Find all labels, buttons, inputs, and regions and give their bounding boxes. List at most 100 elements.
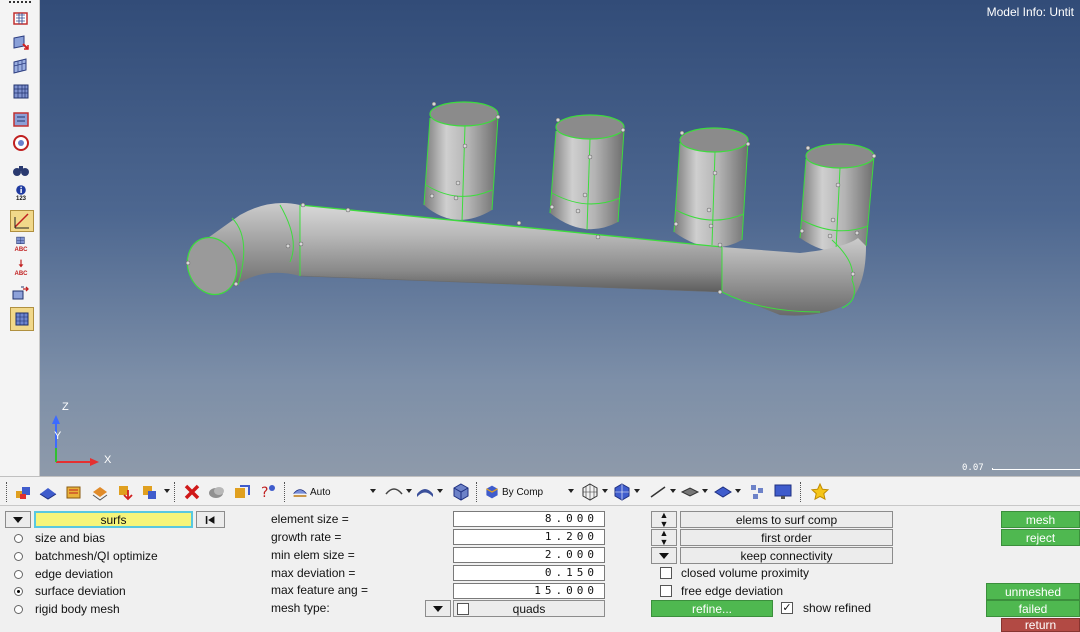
element-size-input[interactable]: 8.000: [453, 511, 605, 527]
surface-display-icon[interactable]: [713, 482, 733, 502]
model-browser-icon[interactable]: [748, 482, 768, 502]
surface-add-icon[interactable]: [10, 32, 32, 52]
reset-selection-button[interactable]: [196, 511, 225, 528]
radio-rigid-body-mesh[interactable]: rigid body mesh: [14, 601, 120, 617]
keep-connectivity-button[interactable]: keep connectivity: [680, 547, 893, 564]
min-elem-size-input[interactable]: 2.000: [453, 547, 605, 563]
circle-target-icon[interactable]: [10, 133, 32, 153]
axis-x-label: X: [104, 454, 112, 466]
element-shaded-icon[interactable]: [612, 482, 632, 502]
mesh-type-checkbox[interactable]: [457, 603, 469, 615]
element-shaded-dropdown-arrow[interactable]: [634, 489, 640, 493]
abc-label-icon[interactable]: ABC: [10, 235, 32, 255]
shaded-surface-icon[interactable]: [415, 482, 435, 502]
favorite-star-icon[interactable]: [810, 482, 830, 502]
svg-text:?: ?: [261, 485, 268, 501]
plane-display-dropdown-arrow[interactable]: [702, 489, 708, 493]
display-mode-combo[interactable]: Auto: [292, 483, 378, 501]
first-order-button[interactable]: first order: [680, 529, 893, 546]
left-toolbar: 123 ABC ABC: [0, 0, 40, 476]
radio-batchmesh[interactable]: batchmesh/QI optimize: [14, 548, 158, 564]
radio-indicator[interactable]: [14, 604, 23, 614]
failed-button[interactable]: failed: [986, 600, 1080, 617]
radio-size-and-bias[interactable]: size and bias: [14, 530, 105, 546]
reverse-icon[interactable]: [232, 482, 252, 502]
info-label: 123: [15, 196, 26, 202]
surface-display-dropdown-arrow[interactable]: [735, 489, 741, 493]
display-comp-icon[interactable]: [64, 482, 84, 502]
find-attached-icon[interactable]: ?: [258, 482, 278, 502]
line-display-icon[interactable]: [648, 482, 668, 502]
mesh-lines-icon[interactable]: [580, 482, 600, 502]
delete-icon[interactable]: [182, 482, 202, 502]
free-edge-deviation-checkbox[interactable]: [660, 585, 672, 597]
toolbar-grip[interactable]: [9, 1, 31, 4]
mask-dropdown-arrow[interactable]: [164, 489, 170, 493]
mask-icon[interactable]: [140, 482, 160, 502]
graphics-viewport[interactable]: Model Info: Untit Z Y X 0.07: [40, 0, 1080, 476]
screen-display-icon[interactable]: [773, 482, 793, 502]
display-mode-dropdown-arrow[interactable]: [370, 489, 376, 493]
reject-button[interactable]: reject: [1001, 529, 1080, 546]
manifold-model[interactable]: [40, 0, 1080, 476]
mesh-lines-dropdown-arrow[interactable]: [602, 489, 608, 493]
radio-indicator-selected[interactable]: [14, 586, 23, 596]
shaded-dropdown-arrow[interactable]: [437, 489, 443, 493]
wireframe-icon[interactable]: [384, 482, 404, 502]
radio-edge-deviation[interactable]: edge deviation: [14, 566, 113, 582]
mesh-type-dropdown[interactable]: [425, 600, 451, 617]
max-deviation-input[interactable]: 0.150: [453, 565, 605, 581]
elems-to-surf-comp-button[interactable]: elems to surf comp: [680, 511, 893, 528]
display-none-icon[interactable]: [38, 482, 58, 502]
vertical-pipe-4[interactable]: [799, 143, 875, 253]
screen-fit-icon[interactable]: [10, 307, 34, 331]
display-elem-icon[interactable]: [90, 482, 110, 502]
radio-surface-deviation[interactable]: surface deviation: [14, 583, 126, 599]
max-feature-ang-input[interactable]: 15.000: [453, 583, 605, 599]
wireframe-dropdown-arrow[interactable]: [406, 489, 412, 493]
display-all-icon[interactable]: [13, 482, 33, 502]
surface-mesh-icon[interactable]: [10, 56, 32, 76]
hide-icon[interactable]: [207, 482, 227, 502]
vertical-pipe-2[interactable]: [549, 114, 625, 231]
refine-button[interactable]: refine...: [651, 600, 773, 617]
surface-edit-icon[interactable]: [10, 8, 32, 28]
entity-type-dropdown[interactable]: [5, 511, 31, 528]
color-mode-value: By Comp: [502, 486, 544, 498]
elems-to-comp-toggle[interactable]: ▲ ▼: [651, 510, 677, 528]
closed-volume-proximity-checkbox[interactable]: [660, 567, 672, 579]
radio-indicator[interactable]: [14, 551, 23, 561]
dimension-ruler-icon[interactable]: [10, 210, 34, 232]
solid-view-icon[interactable]: [451, 482, 471, 502]
unmeshed-button[interactable]: unmeshed: [986, 583, 1080, 600]
color-mode-dropdown-arrow[interactable]: [568, 489, 574, 493]
mesh-button[interactable]: mesh: [1001, 511, 1080, 528]
surface-check-icon[interactable]: [10, 109, 32, 129]
binoculars-icon[interactable]: [10, 160, 32, 180]
toolbar-separator: [476, 482, 478, 502]
mesh-type-button[interactable]: quads: [453, 600, 605, 617]
toolbar-grip[interactable]: [6, 482, 8, 502]
element-order-toggle[interactable]: ▲ ▼: [651, 528, 677, 546]
connectivity-dropdown[interactable]: [651, 547, 677, 564]
entity-selector[interactable]: surfs: [34, 511, 193, 528]
abc-arrow-icon[interactable]: ABC: [10, 258, 32, 278]
show-refined-checkbox[interactable]: ✓: [781, 602, 793, 614]
right-elbow[interactable]: [721, 238, 866, 316]
radio-indicator[interactable]: [14, 569, 23, 579]
grid-mesh-icon[interactable]: [10, 81, 32, 101]
return-button[interactable]: return: [1001, 618, 1080, 632]
info-123-icon[interactable]: 123: [10, 183, 32, 203]
radio-indicator[interactable]: [14, 533, 23, 543]
isolate-icon[interactable]: [115, 482, 135, 502]
display-mode-value: Auto: [310, 486, 331, 498]
color-mode-combo[interactable]: By Comp: [484, 483, 576, 501]
translate-icon[interactable]: [10, 284, 32, 304]
vertical-pipe-3[interactable]: [673, 127, 749, 248]
line-display-dropdown-arrow[interactable]: [670, 489, 676, 493]
vertical-pipe-1[interactable]: [423, 101, 499, 223]
plane-display-icon[interactable]: [680, 482, 700, 502]
left-elbow[interactable]: [180, 202, 301, 302]
main-pipe[interactable]: [299, 204, 723, 293]
growth-rate-input[interactable]: 1.200: [453, 529, 605, 545]
